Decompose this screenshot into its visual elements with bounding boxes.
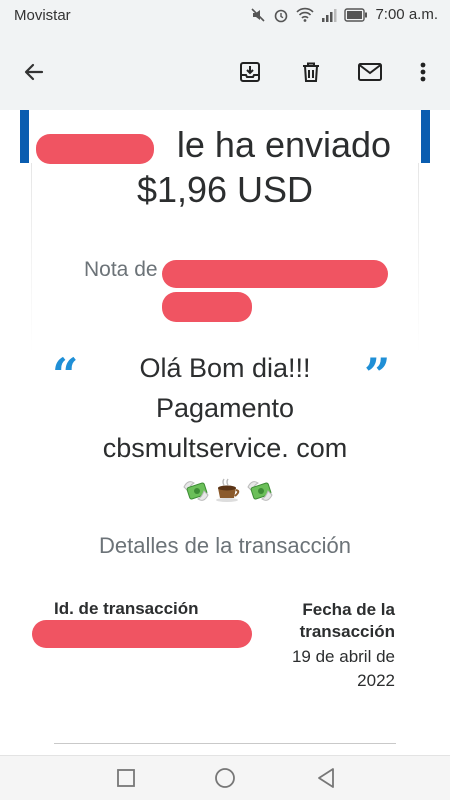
- mark-unread-button[interactable]: [352, 54, 388, 90]
- email-body: le ha enviado $1,96 USD Nota de “ ” Olá …: [0, 110, 450, 755]
- back-arrow-icon: [24, 63, 44, 81]
- payment-amount: $1,96 USD: [136, 169, 314, 210]
- clock: 7:00 a.m.: [375, 6, 438, 23]
- close-quote-icon: ”: [364, 348, 391, 402]
- recent-apps-icon: [117, 769, 135, 787]
- message-text: Olá Bom dia!!! Pagamento cbsmultservice.…: [102, 353, 348, 463]
- transaction-id-label: Id. de transacción: [54, 599, 199, 618]
- open-quote-icon: “: [52, 348, 79, 402]
- home-button[interactable]: [213, 766, 237, 790]
- system-nav-bar: [0, 755, 450, 800]
- wifi-icon: [296, 7, 315, 22]
- note-label: Nota de: [84, 258, 158, 281]
- transaction-details-title: Detalles de la transacción: [99, 533, 351, 558]
- redacted-transaction-id: [32, 620, 252, 648]
- payment-message: Olá Bom dia!!! Pagamento cbsmultservice.…: [100, 348, 350, 508]
- mute-icon: [251, 7, 266, 22]
- header-accent-right: [421, 110, 430, 163]
- transaction-date-label: Fecha de la transacción: [299, 600, 395, 641]
- recent-apps-button[interactable]: [114, 766, 138, 790]
- app-toolbar: [0, 34, 450, 110]
- signal-icon: [322, 8, 337, 22]
- more-icon: [420, 62, 426, 82]
- card-edge-right: [418, 163, 419, 353]
- nav-back-button[interactable]: [314, 766, 338, 790]
- home-icon: [215, 768, 235, 788]
- back-button[interactable]: [16, 54, 52, 90]
- delete-button[interactable]: [293, 54, 329, 90]
- carrier-name: Movistar: [14, 7, 71, 24]
- card-edge-left: [31, 163, 32, 353]
- delete-icon: [303, 62, 319, 82]
- message-emojis: [182, 477, 274, 503]
- status-bar: Movistar 7:00 a.m.: [0, 0, 450, 34]
- section-divider: [54, 743, 396, 744]
- archive-button[interactable]: [232, 54, 268, 90]
- header-accent-left: [20, 110, 29, 163]
- redacted-sender-name: [36, 134, 154, 164]
- mail-icon: [358, 63, 382, 81]
- money-with-wings-icon: [247, 481, 273, 501]
- archive-icon: [240, 62, 260, 82]
- nav-back-icon: [318, 768, 334, 788]
- redacted-note-sender: [162, 260, 388, 288]
- transaction-date-value: 19 de abril de 2022: [291, 647, 395, 690]
- hot-beverage-icon: [216, 478, 240, 502]
- more-options-button[interactable]: [405, 54, 441, 90]
- money-with-wings-icon: [183, 481, 209, 501]
- redacted-note-sender-2: [162, 292, 252, 322]
- battery-icon: [344, 7, 368, 22]
- status-icons: 7:00 a.m.: [250, 6, 438, 23]
- alarm-icon: [275, 9, 288, 22]
